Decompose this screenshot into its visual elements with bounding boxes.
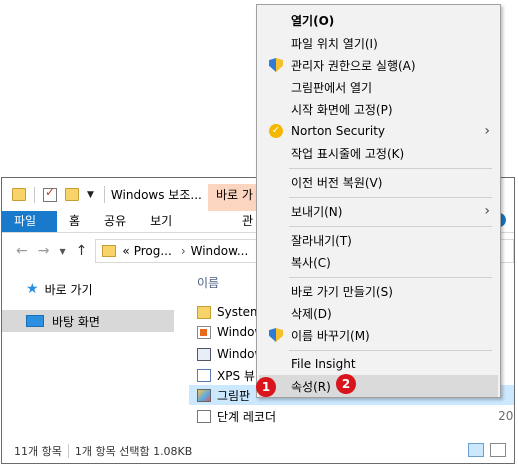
menu-item-label: 그림판에서 열기	[291, 80, 373, 95]
menu-divider	[289, 197, 492, 198]
tab-view[interactable]: 보기	[138, 211, 184, 232]
tab-manage[interactable]: 관	[242, 211, 253, 232]
menu-item-label: 복사(C)	[291, 255, 331, 270]
star-icon: ★	[26, 281, 39, 297]
tab-share[interactable]: 공유	[92, 211, 138, 232]
toolbar-divider	[34, 186, 35, 203]
menu-divider	[289, 350, 492, 351]
menu-item-create-shortcut[interactable]: 바로 가기 만들기(S)	[259, 280, 498, 302]
menu-divider	[289, 226, 492, 227]
customize-dropdown-icon[interactable]: ▼	[87, 190, 94, 200]
menu-item-label: 이전 버전 복원(V)	[291, 175, 383, 190]
menu-item-label: 파일 위치 열기(I)	[291, 36, 378, 51]
menu-item-label: 이름 바꾸기(M)	[291, 328, 370, 343]
menu-item-label: File Insight	[291, 357, 356, 371]
menu-item-restore-previous[interactable]: 이전 버전 복원(V)	[259, 171, 498, 193]
folder-icon[interactable]	[12, 188, 26, 201]
breadcrumb-programs[interactable]: Prog...	[134, 244, 172, 258]
menu-item-label: 열기(O)	[291, 13, 335, 28]
menu-item-delete[interactable]: 삭제(D)	[259, 302, 498, 324]
menu-item-properties[interactable]: 속성(R)	[259, 375, 498, 397]
folder-icon	[102, 245, 117, 257]
up-arrow-icon[interactable]: ↑	[76, 243, 88, 259]
menu-item-copy[interactable]: 복사(C)	[259, 251, 498, 273]
nav-item-label: 바탕 화면	[52, 314, 100, 329]
uac-shield-icon	[269, 58, 283, 72]
menu-item-label: 바로 가기 만들기(S)	[291, 284, 393, 299]
menu-item-open-file-location[interactable]: 파일 위치 열기(I)	[259, 32, 498, 54]
menu-item-send-to[interactable]: 보내기(N) ›	[259, 200, 498, 222]
menu-item-label: 삭제(D)	[291, 306, 332, 321]
tab-home[interactable]: 홈	[57, 211, 92, 232]
menu-item-label: Norton Security	[291, 124, 385, 138]
submenu-arrow-icon: ›	[484, 203, 490, 219]
properties-icon[interactable]	[43, 185, 57, 202]
steps-recorder-icon	[197, 409, 211, 423]
tab-file[interactable]: 파일	[2, 211, 57, 232]
details-view-icon[interactable]	[468, 443, 484, 457]
window-title: Windows 보조...	[103, 186, 202, 203]
recent-locations-icon[interactable]: ▼	[59, 247, 65, 256]
menu-item-label: 작업 표시줄에 고정(K)	[291, 146, 405, 161]
status-divider	[67, 443, 69, 458]
menu-item-open[interactable]: 열기(O)	[259, 9, 498, 31]
breadcrumb-overflow[interactable]: «	[122, 244, 129, 258]
menu-item-label: 관리자 권한으로 실행(A)	[291, 58, 416, 73]
file-name: 단계 레코더	[217, 409, 277, 424]
context-menu: 열기(O) 파일 위치 열기(I) 관리자 권한으로 실행(A) 그림판에서 열…	[256, 4, 501, 398]
uac-shield-icon	[269, 328, 283, 342]
back-arrow-icon[interactable]: ←	[16, 243, 28, 259]
new-folder-icon[interactable]	[65, 188, 79, 201]
nav-item-desktop[interactable]: 바탕 화면	[2, 310, 174, 332]
menu-item-norton-security[interactable]: ✓ Norton Security ›	[259, 120, 498, 142]
menu-item-label: 속성(R)	[291, 379, 331, 394]
file-row[interactable]: 단계 레코더 2016-7-	[189, 406, 514, 426]
menu-item-label: 보내기(N)	[291, 204, 343, 219]
breadcrumb-separator-icon[interactable]: ›	[181, 244, 186, 258]
menu-item-label: 시작 화면에 고정(P)	[291, 102, 393, 117]
menu-item-file-insight[interactable]: File Insight	[259, 353, 498, 375]
selection-info: 1개 항목 선택함 1.08KB	[74, 444, 193, 458]
step-badge-2: 2	[336, 374, 356, 394]
folder-icon	[197, 305, 211, 319]
nav-item-label: 바로 가기	[44, 282, 93, 297]
app-icon	[197, 347, 211, 361]
menu-item-rename[interactable]: 이름 바꾸기(M)	[259, 324, 498, 346]
quick-access-toolbar: ▼	[12, 185, 100, 203]
menu-divider	[289, 277, 492, 278]
xps-icon	[197, 368, 211, 382]
menu-item-run-as-admin[interactable]: 관리자 권한으로 실행(A)	[259, 54, 498, 76]
file-date: 2016-7-	[498, 409, 514, 423]
menu-divider	[289, 168, 492, 169]
norton-check-icon: ✓	[269, 124, 283, 138]
breadcrumb-windows-accessories[interactable]: Window...	[191, 244, 249, 258]
menu-item-label: 잘라내기(T)	[291, 233, 352, 248]
file-name: XPS 뷰	[217, 368, 255, 383]
menu-item-cut[interactable]: 잘라내기(T)	[259, 229, 498, 251]
paint-icon	[197, 388, 211, 402]
status-bar: 11개 항목 1개 항목 선택함 1.08KB	[2, 438, 514, 463]
submenu-arrow-icon: ›	[484, 123, 490, 139]
menu-item-pin-to-start[interactable]: 시작 화면에 고정(P)	[259, 98, 498, 120]
item-count: 11개 항목	[14, 444, 62, 458]
large-icons-view-icon[interactable]	[490, 443, 506, 457]
app-icon	[197, 325, 211, 339]
column-header-name[interactable]: 이름	[197, 274, 219, 291]
file-name: 그림판	[217, 388, 251, 403]
forward-arrow-icon[interactable]: →	[38, 243, 50, 259]
menu-item-pin-to-taskbar[interactable]: 작업 표시줄에 고정(K)	[259, 142, 498, 164]
navigation-pane: ★ 바로 가기 바탕 화면	[2, 268, 174, 438]
step-badge-1: 1	[256, 377, 276, 397]
nav-item-quick-access[interactable]: ★ 바로 가기	[26, 278, 93, 300]
desktop-icon	[26, 315, 44, 327]
menu-item-open-in-paint[interactable]: 그림판에서 열기	[259, 76, 498, 98]
